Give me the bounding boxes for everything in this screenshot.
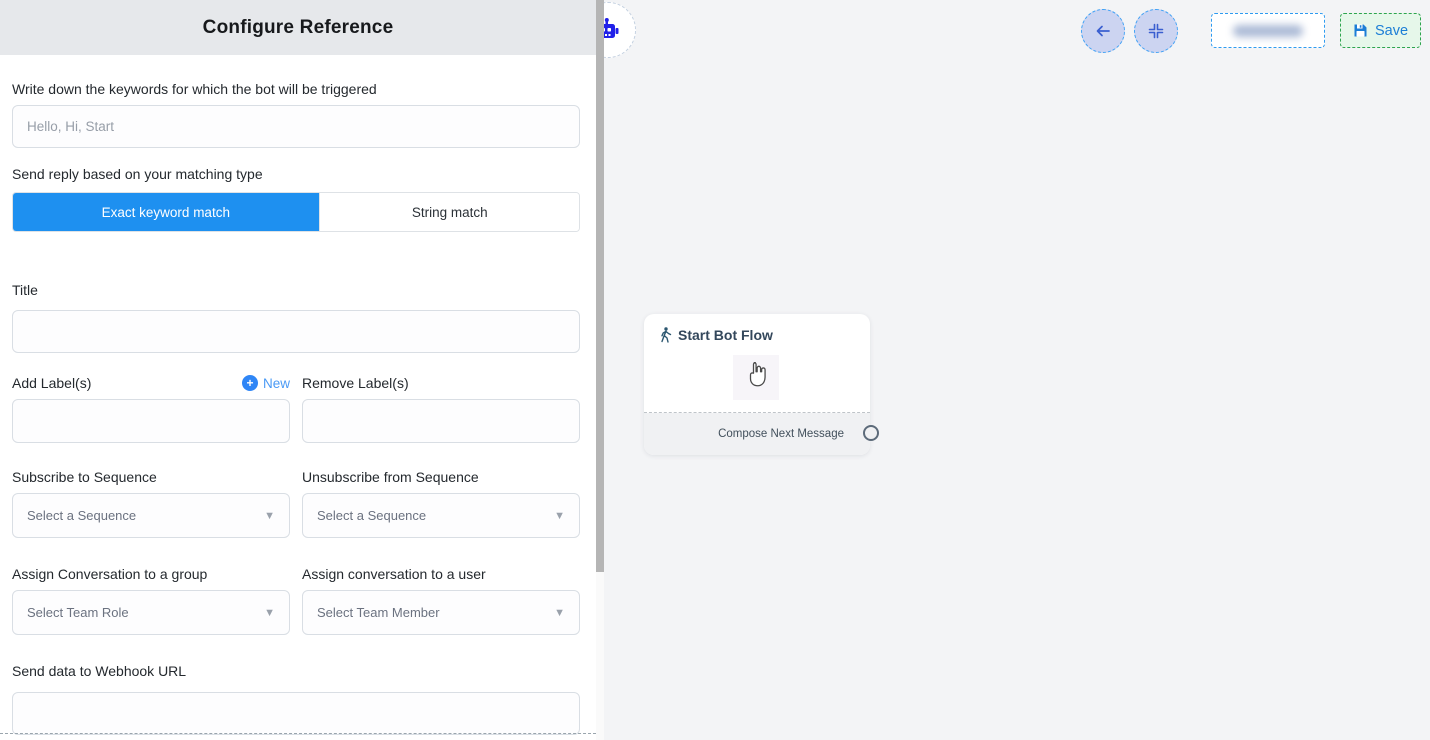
remove-labels-label: Remove Label(s)	[302, 375, 409, 391]
plus-circle-icon: +	[242, 375, 258, 391]
flow-canvas[interactable]: Save Start Bot Flow Compose Next Message	[604, 0, 1430, 740]
start-bot-flow-node[interactable]: Start Bot Flow Compose Next Message	[644, 314, 870, 455]
save-button[interactable]: Save	[1340, 13, 1421, 48]
node-header: Start Bot Flow	[659, 327, 773, 343]
scrollbar-thumb[interactable]	[596, 0, 604, 572]
panel-bottom-divider	[0, 733, 596, 734]
unsubscribe-sequence-select[interactable]: Select a Sequence ▼	[302, 493, 580, 538]
webhook-input[interactable]	[12, 692, 580, 735]
matching-type-toggle: Exact keyword match String match	[12, 192, 580, 232]
compose-next-message-label: Compose Next Message	[718, 428, 844, 440]
labels-row: Add Label(s) + New Remove Label(s)	[12, 375, 580, 443]
subscribe-sequence-label: Subscribe to Sequence	[12, 469, 290, 485]
walking-person-icon	[659, 327, 672, 343]
chevron-down-icon: ▼	[264, 607, 275, 619]
bot-badge	[604, 2, 636, 58]
assign-user-label: Assign conversation to a user	[302, 566, 580, 582]
title-input[interactable]	[12, 310, 580, 353]
hand-cursor-icon	[745, 360, 771, 390]
blurred-action-button[interactable]	[1211, 13, 1325, 48]
panel-header: Configure Reference	[0, 0, 596, 55]
robot-icon	[604, 15, 623, 45]
chevron-down-icon: ▼	[554, 607, 565, 619]
title-label: Title	[12, 282, 580, 298]
keywords-label: Write down the keywords for which the bo…	[12, 81, 580, 97]
new-label-text: New	[263, 376, 290, 391]
assign-group-value: Select Team Role	[27, 605, 129, 620]
blurred-label	[1233, 25, 1303, 37]
save-label: Save	[1375, 23, 1408, 39]
keywords-input[interactable]	[12, 105, 580, 148]
webhook-label: Send data to Webhook URL	[12, 663, 580, 679]
page-title: Configure Reference	[203, 17, 394, 39]
assign-row: Assign Conversation to a group Select Te…	[12, 566, 580, 635]
node-title: Start Bot Flow	[678, 327, 773, 343]
assign-user-value: Select Team Member	[317, 605, 440, 620]
configure-panel: Configure Reference Write down the keywo…	[0, 0, 596, 740]
remove-labels-input[interactable]	[302, 399, 580, 443]
back-button[interactable]	[1081, 9, 1125, 53]
arrow-left-icon	[1093, 21, 1113, 41]
unsubscribe-sequence-value: Select a Sequence	[317, 508, 426, 523]
node-connector-handle[interactable]	[863, 425, 879, 441]
subscribe-sequence-select[interactable]: Select a Sequence ▼	[12, 493, 290, 538]
assign-user-select[interactable]: Select Team Member ▼	[302, 590, 580, 635]
chevron-down-icon: ▼	[554, 510, 565, 522]
tab-string-match[interactable]: String match	[319, 193, 580, 231]
new-label-link[interactable]: + New	[242, 375, 290, 391]
panel-scrollbar[interactable]	[596, 0, 604, 740]
chevron-down-icon: ▼	[264, 510, 275, 522]
matching-type-label: Send reply based on your matching type	[12, 166, 580, 182]
sequence-row: Subscribe to Sequence Select a Sequence …	[12, 469, 580, 538]
compress-icon	[1148, 23, 1164, 39]
unsubscribe-sequence-label: Unsubscribe from Sequence	[302, 469, 580, 485]
save-floppy-icon	[1353, 23, 1368, 38]
add-labels-input[interactable]	[12, 399, 290, 443]
tab-exact-keyword-match[interactable]: Exact keyword match	[13, 193, 319, 231]
node-footer: Compose Next Message	[644, 413, 870, 455]
compress-view-button[interactable]	[1134, 9, 1178, 53]
configure-form: Write down the keywords for which the bo…	[0, 55, 596, 735]
add-labels-label: Add Label(s)	[12, 375, 91, 391]
subscribe-sequence-value: Select a Sequence	[27, 508, 136, 523]
assign-group-label: Assign Conversation to a group	[12, 566, 290, 582]
assign-group-select[interactable]: Select Team Role ▼	[12, 590, 290, 635]
